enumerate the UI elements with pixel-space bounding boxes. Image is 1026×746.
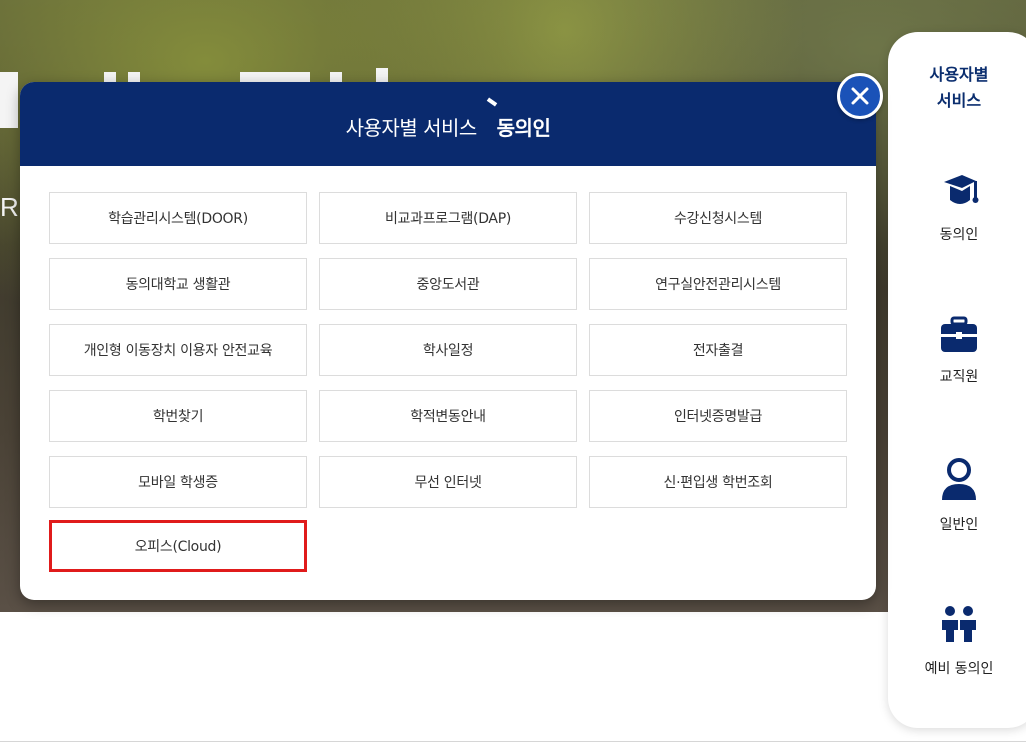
service-tile[interactable]: 동의대학교 생활관 xyxy=(49,258,307,310)
user-service-modal: 사용자별 서비스 동의인 학습관리시스템(DOOR) 비교과프로그램(DAP) … xyxy=(20,82,876,600)
sidebar-item-label: 동의인 xyxy=(939,227,979,243)
service-tile[interactable]: 신·편입생 학번조회 xyxy=(589,456,847,508)
hero-partial-text: R xyxy=(0,192,19,222)
close-button[interactable] xyxy=(837,73,883,119)
accent-mark xyxy=(486,97,497,107)
service-tile[interactable]: 전자출결 xyxy=(589,324,847,376)
sidebar-item-label: 예비 동의인 xyxy=(924,661,994,677)
sidebar-item-label: 교직원 xyxy=(939,369,979,385)
service-tile[interactable]: 학사일정 xyxy=(319,324,577,376)
modal-title-brand: 동의인 xyxy=(486,97,551,140)
briefcase-icon xyxy=(941,316,977,352)
service-tile[interactable]: 모바일 학생증 xyxy=(49,456,307,508)
two-people-icon xyxy=(942,606,976,642)
sidebar-item-public[interactable]: 일반인 xyxy=(900,456,1018,534)
service-tile-office-cloud[interactable]: 오피스(Cloud) xyxy=(49,520,307,572)
modal-header: 사용자별 서비스 동의인 xyxy=(20,82,876,166)
service-tile[interactable]: 학적변동안내 xyxy=(319,390,577,442)
modal-title: 사용자별 서비스 동의인 xyxy=(20,97,876,141)
service-tile[interactable]: 학번찾기 xyxy=(49,390,307,442)
service-tile[interactable]: 개인형 이동장치 이용자 안전교육 xyxy=(49,324,307,376)
brand-label: 동의인 xyxy=(496,116,551,140)
sidebar-title: 사용자별 서비스 xyxy=(929,65,989,110)
service-tile[interactable]: 무선 인터넷 xyxy=(319,456,577,508)
service-tile[interactable]: 중앙도서관 xyxy=(319,258,577,310)
service-tile[interactable]: 학습관리시스템(DOOR) xyxy=(49,192,307,244)
service-tile[interactable]: 인터넷증명발급 xyxy=(589,390,847,442)
service-tile[interactable]: 연구실안전관리시스템 xyxy=(589,258,847,310)
modal-title-text: 사용자별 서비스 xyxy=(345,116,478,140)
sidebar-item-label: 일반인 xyxy=(939,517,979,533)
graduation-cap-icon xyxy=(944,175,979,204)
service-tile[interactable]: 수강신청시스템 xyxy=(589,192,847,244)
sidebar-item-staff[interactable]: 교직원 xyxy=(900,314,1018,386)
close-icon xyxy=(851,87,869,105)
person-icon xyxy=(942,458,976,500)
service-tile[interactable]: 비교과프로그램(DAP) xyxy=(319,192,577,244)
divider xyxy=(0,741,1026,742)
sidebar-item-dongeuiin[interactable]: 동의인 xyxy=(900,168,1018,244)
sidebar-item-prospective[interactable]: 예비 동의인 xyxy=(900,602,1018,678)
